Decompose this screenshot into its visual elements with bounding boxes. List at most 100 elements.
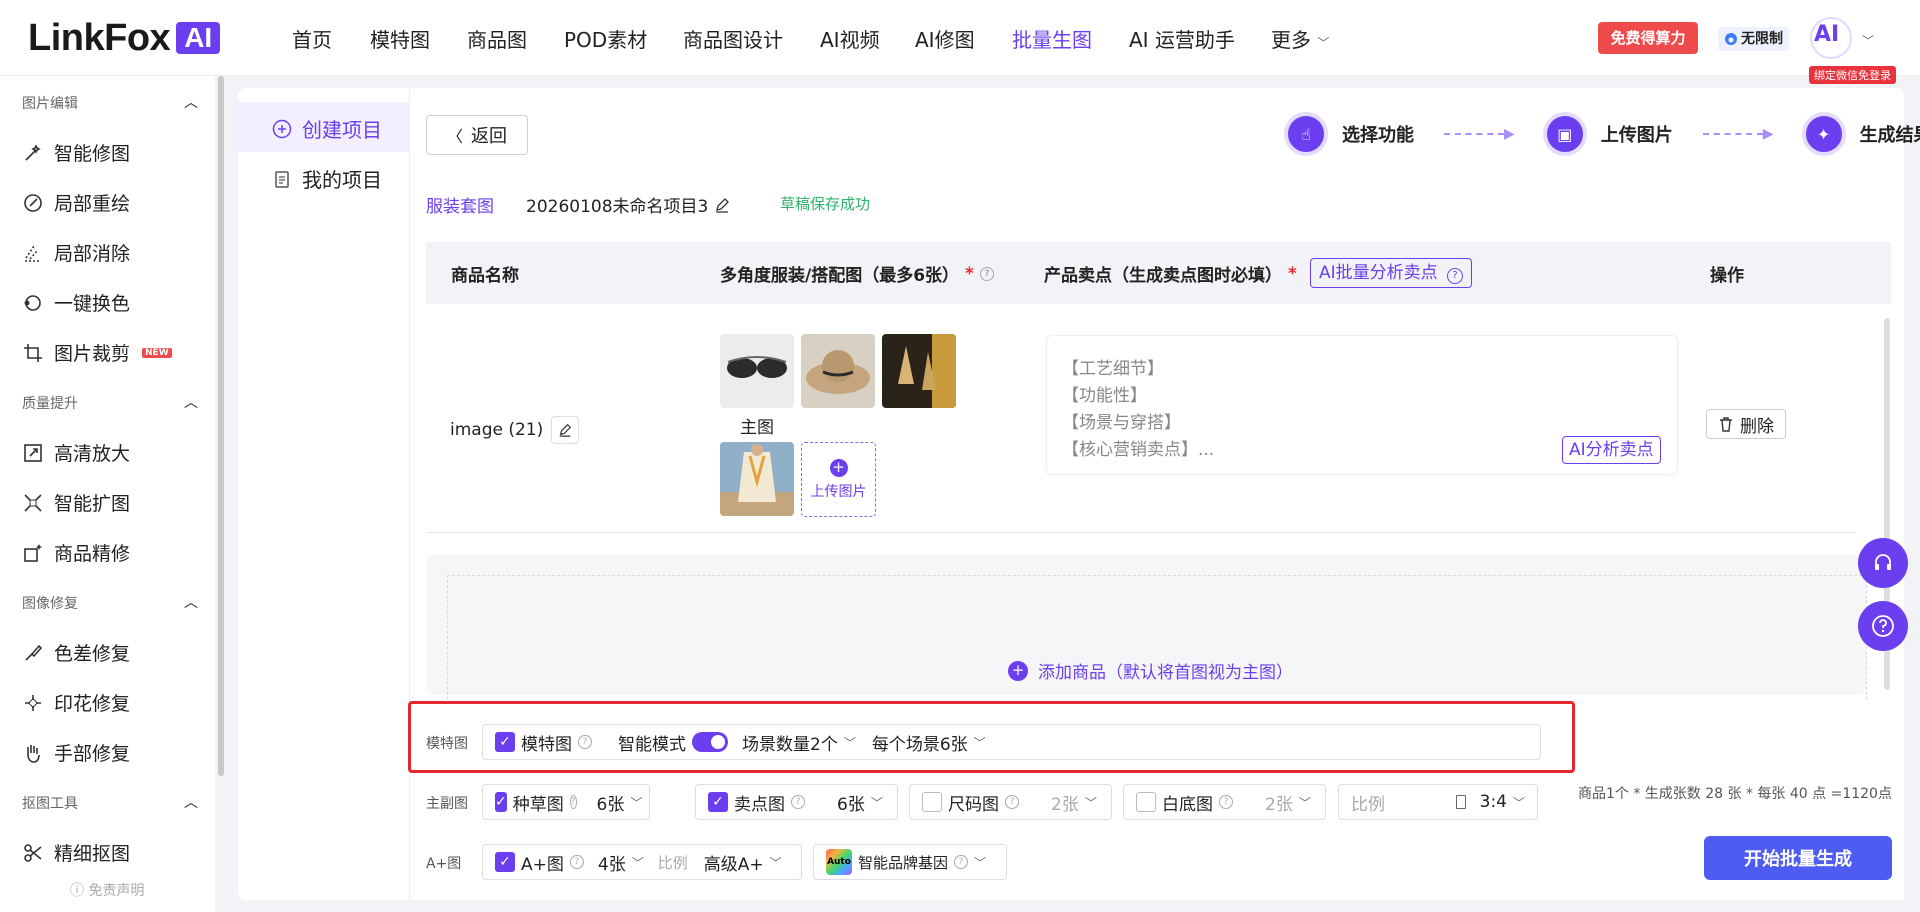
help-icon[interactable]: ? <box>1005 795 1019 809</box>
upload-image-button[interactable]: + 上传图片 <box>801 442 876 517</box>
aplus-checkbox[interactable]: ✓ <box>495 852 515 872</box>
help-button[interactable] <box>1858 601 1908 651</box>
ai-batch-analyze-label: AI批量分析卖点 <box>1319 263 1438 283</box>
project-name[interactable]: 20260108未命名项目3 <box>526 192 730 217</box>
chevron-down-icon[interactable]: ﹀ <box>1085 794 1097 811</box>
edit-pencil-icon[interactable] <box>714 197 730 213</box>
help-icon[interactable]: ? <box>569 855 584 869</box>
sidebar-item-print-fix[interactable]: 印花修复 <box>22 689 130 716</box>
back-button[interactable]: 〈 返回 <box>426 115 528 155</box>
white-bg-count[interactable]: 2张 <box>1265 790 1293 815</box>
ai-batch-analyze-button[interactable]: AI批量分析卖点 ? <box>1310 258 1473 288</box>
chevron-up-icon[interactable]: ︿ <box>184 92 198 112</box>
sunglasses-image <box>720 334 794 408</box>
ai-analyze-button[interactable]: AI分析卖点 <box>1562 436 1661 464</box>
sidebar-item-color-fix[interactable]: 色差修复 <box>22 639 130 666</box>
help-icon[interactable]: ? <box>979 266 994 281</box>
sidebar-item-smart-retouch[interactable]: 智能修图 <box>22 139 130 166</box>
chevron-up-icon[interactable]: ︿ <box>184 792 198 812</box>
selling-checkbox[interactable]: ✓ <box>708 792 728 812</box>
nav-ops-assistant[interactable]: AI 运营助手 <box>1129 24 1235 53</box>
sidebar-item-crop[interactable]: 图片裁剪 NEW <box>22 339 172 366</box>
chevron-down-icon[interactable]: ﹀ <box>630 794 642 811</box>
sidebar-item-recolor[interactable]: 一键换色 <box>22 289 130 316</box>
aplus-level-select[interactable]: 高级A+ <box>704 850 764 875</box>
help-icon[interactable]: ? <box>791 795 805 809</box>
delete-button[interactable]: 删除 <box>1706 409 1786 439</box>
nav-product[interactable]: 商品图 <box>467 24 527 53</box>
scene-count-select[interactable]: 场景数量2个 <box>742 730 838 755</box>
help-icon[interactable]: ? <box>578 735 592 749</box>
chevron-up-icon[interactable]: ︿ <box>184 392 198 412</box>
subnav-create-label: 创建项目 <box>302 118 382 142</box>
chevron-down-icon[interactable]: ﹀ <box>770 854 782 871</box>
product-thumb-sunglasses[interactable] <box>720 334 794 408</box>
sidebar-item-upscale[interactable]: 高清放大 <box>22 439 130 466</box>
nav-pod[interactable]: POD素材 <box>564 24 647 53</box>
color-swap-icon <box>24 294 41 311</box>
model-checkbox[interactable]: ✓ <box>495 732 515 752</box>
start-batch-button[interactable]: 开始批量生成 <box>1704 836 1892 880</box>
add-product-button[interactable]: + 添加商品（默认将首图视为主图） <box>1008 658 1293 683</box>
ratio-label: 比例 <box>1351 794 1385 815</box>
chevron-down-icon[interactable]: ﹀ <box>844 734 856 751</box>
per-scene-select[interactable]: 每个场景6张 <box>872 730 968 755</box>
customer-service-button[interactable] <box>1858 538 1908 588</box>
free-credits-button[interactable]: 免费得算力 <box>1598 22 1698 54</box>
back-label: 返回 <box>471 126 507 147</box>
nav-ai-retouch[interactable]: AI修图 <box>915 24 975 53</box>
grass-image-option[interactable]: ✓ 种草图 ? 6张 ﹀ <box>482 784 650 820</box>
sidebar-item-hand-fix[interactable]: 手部修复 <box>22 739 130 766</box>
edit-name-button[interactable] <box>551 416 580 444</box>
smart-mode-toggle[interactable] <box>692 732 728 752</box>
sidebar-item-expand[interactable]: 智能扩图 <box>22 489 130 516</box>
nav-more[interactable]: 更多 ﹀ <box>1271 24 1329 53</box>
logo[interactable]: LinkFox AI <box>28 17 221 59</box>
help-icon[interactable]: ? <box>1219 795 1233 809</box>
selling-image-option[interactable]: ✓ 卖点图 ? 6张 ﹀ <box>695 784 898 820</box>
nav-ai-video[interactable]: AI视频 <box>820 24 880 53</box>
selling-count[interactable]: 6张 <box>837 790 865 815</box>
sidebar-item-label: 智能扩图 <box>54 493 131 515</box>
subnav-create-project[interactable]: 创建项目 <box>272 114 382 143</box>
chevron-down-icon[interactable]: ﹀ <box>1299 794 1311 811</box>
check-icon: ✓ <box>712 794 724 810</box>
size-count[interactable]: 2张 <box>1051 790 1079 815</box>
add-product-dropzone[interactable] <box>447 575 1867 705</box>
chevron-up-icon[interactable]: ︿ <box>184 592 198 612</box>
help-icon[interactable]: ? <box>569 795 577 809</box>
sidebar-scrollbar[interactable] <box>218 76 224 776</box>
grass-checkbox[interactable]: ✓ <box>495 792 507 812</box>
chevron-down-icon[interactable]: ﹀ <box>871 794 883 811</box>
chevron-down-icon[interactable]: ﹀ <box>974 734 986 751</box>
product-thumb-earrings[interactable] <box>882 334 956 408</box>
sidebar-item-refine[interactable]: 商品精修 <box>22 539 130 566</box>
nav-batch[interactable]: 批量生图 <box>1012 24 1092 53</box>
product-thumb-hat[interactable] <box>801 334 875 408</box>
nav-home[interactable]: 首页 <box>292 24 332 53</box>
size-checkbox[interactable] <box>922 792 942 812</box>
ratio-select[interactable]: 比例 3:4 ﹀ <box>1338 784 1538 820</box>
white-bg-checkbox[interactable] <box>1136 792 1156 812</box>
breadcrumb-category[interactable]: 服装套图 <box>426 192 494 217</box>
avatar-chevron-icon[interactable]: ﹀ <box>1862 32 1874 49</box>
cost-summary: 商品1个 * 生成张数 28 张 * 每张 40 点 =1120点 <box>1578 786 1892 802</box>
help-icon[interactable]: ? <box>954 855 969 869</box>
subnav-my-projects[interactable]: 我的项目 <box>272 164 382 193</box>
disclaimer-link[interactable]: ⓘ 免责声明 <box>70 880 144 900</box>
sidebar-item-fine-cutout[interactable]: 精细抠图 <box>22 839 130 866</box>
brand-gene-select[interactable]: Auto 智能品牌基因 ? ﹀ <box>813 844 1007 880</box>
product-thumb-top[interactable] <box>720 442 794 516</box>
col-header-selling: 产品卖点（生成卖点图时必填） * <box>1044 261 1297 287</box>
grass-count[interactable]: 6张 <box>597 790 625 815</box>
sidebar-item-partial-redraw[interactable]: 局部重绘 <box>22 189 130 216</box>
white-bg-image-option[interactable]: 白底图 ? 2张 ﹀ <box>1123 784 1326 820</box>
unlimited-badge[interactable]: 无限制 <box>1718 27 1789 51</box>
nav-model[interactable]: 模特图 <box>370 24 430 53</box>
bind-wechat-tip[interactable]: 绑定微信免登录 <box>1809 66 1896 84</box>
nav-product-design[interactable]: 商品图设计 <box>683 24 783 53</box>
sidebar-item-partial-erase[interactable]: 局部消除 <box>22 239 130 266</box>
size-image-option[interactable]: 尺码图 ? 2张 ﹀ <box>909 784 1112 820</box>
aplus-count[interactable]: 4张 <box>598 850 626 875</box>
chevron-down-icon[interactable]: ﹀ <box>632 854 644 871</box>
